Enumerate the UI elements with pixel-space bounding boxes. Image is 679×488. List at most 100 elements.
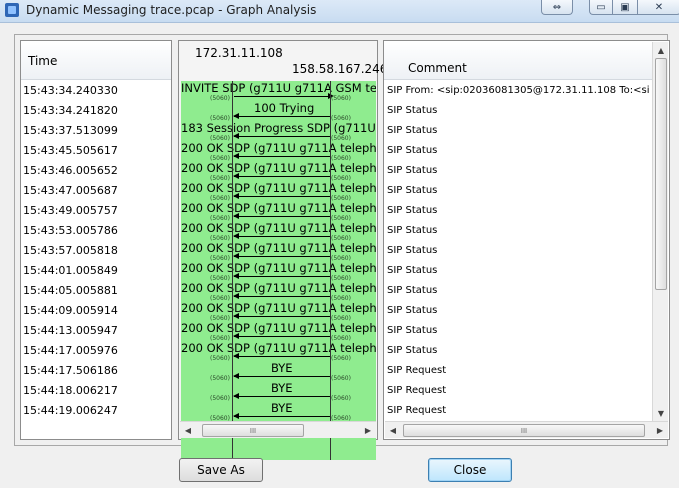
comment-cell[interactable]: SIP Status xyxy=(387,265,649,276)
time-cell[interactable]: 15:43:37.513099 xyxy=(23,124,118,137)
time-cell[interactable]: 15:43:46.005652 xyxy=(23,164,118,177)
save-as-button[interactable]: Save As xyxy=(179,458,263,482)
minimize-icon[interactable]: ▭ xyxy=(589,0,612,15)
restore-icon[interactable]: ⇔ xyxy=(541,0,573,15)
comment-cell[interactable]: SIP Request xyxy=(387,405,649,416)
flow-arrow-line xyxy=(234,276,330,277)
scroll-thumb[interactable]: III xyxy=(202,424,304,437)
flow-graph[interactable]: INVITE SDP (g711U g711A GSM telephone-ev… xyxy=(181,81,376,460)
flow-message[interactable]: 200 OK SDP (g711U g711A telephone-event)… xyxy=(181,321,376,342)
scroll-left-icon[interactable]: ◀ xyxy=(181,423,195,437)
graph-horizontal-scrollbar[interactable]: ◀ III ▶ xyxy=(180,421,376,438)
time-cell[interactable]: 15:44:18.006217 xyxy=(23,384,118,397)
time-cell[interactable]: 15:44:09.005914 xyxy=(23,304,118,317)
comment-cell[interactable]: SIP Status xyxy=(387,325,649,336)
time-cell[interactable]: 15:44:13.005947 xyxy=(23,324,118,337)
flow-message[interactable]: 200 OK SDP (g711U g711A telephone-event)… xyxy=(181,141,376,162)
flow-arrow-line xyxy=(234,236,330,237)
arrow-left-icon xyxy=(233,313,239,319)
time-cell[interactable]: 15:43:45.505617 xyxy=(23,144,118,157)
flow-message[interactable]: 200 OK SDP (g711U g711A telephone-event)… xyxy=(181,241,376,262)
scroll-grip-icon: III xyxy=(520,426,528,435)
time-cell[interactable]: 15:44:01.005849 xyxy=(23,264,118,277)
arrow-left-icon xyxy=(233,233,239,239)
comment-cell[interactable]: SIP Status xyxy=(387,225,649,236)
flow-arrow-line xyxy=(234,376,330,377)
comment-cell[interactable]: SIP Status xyxy=(387,145,649,156)
time-cell[interactable]: 15:44:05.005881 xyxy=(23,284,118,297)
time-cell[interactable]: 15:43:49.005757 xyxy=(23,204,118,217)
scroll-down-icon[interactable]: ▼ xyxy=(654,406,668,420)
scroll-up-icon[interactable]: ▲ xyxy=(654,43,668,57)
comment-header-label: Comment xyxy=(408,61,467,75)
comment-cell[interactable]: SIP Status xyxy=(387,125,649,136)
flow-message-label: BYE xyxy=(271,381,293,395)
flow-arrow-line xyxy=(234,96,330,97)
comment-cell[interactable]: SIP From: <sip:02036081305@172.31.11.108… xyxy=(387,85,649,96)
time-cell[interactable]: 15:44:17.005976 xyxy=(23,344,118,357)
time-cell[interactable]: 15:43:34.240330 xyxy=(23,84,118,97)
time-cell[interactable]: 15:43:34.241820 xyxy=(23,104,118,117)
app-icon xyxy=(5,3,19,17)
time-cell[interactable]: 15:43:57.005818 xyxy=(23,244,118,257)
graph-column[interactable]: 172.31.11.108 158.58.167.246 INVITE SDP … xyxy=(178,40,387,460)
arrow-left-icon xyxy=(233,213,239,219)
time-column[interactable]: Time 15:43:34.240330 15:43:34.241820 15:43… xyxy=(20,40,172,440)
arrow-left-icon xyxy=(233,413,239,419)
host-right-label: 158.58.167.246 xyxy=(292,62,388,76)
time-cell[interactable]: 15:44:17.506186 xyxy=(23,364,118,377)
arrow-left-icon xyxy=(233,113,239,119)
time-column-header: Time xyxy=(21,41,171,80)
arrow-left-icon xyxy=(233,173,239,179)
close-button[interactable]: Close xyxy=(428,458,512,482)
flow-arrow-line xyxy=(234,336,330,337)
flow-message-label: 100 Trying xyxy=(254,101,315,115)
flow-message[interactable]: 200 OK SDP (g711U g711A telephone-event)… xyxy=(181,281,376,302)
window-title: Dynamic Messaging trace.pcap - Graph Ana… xyxy=(26,3,317,17)
flow-message[interactable]: BYE (5060) (5060) xyxy=(181,361,376,382)
flow-message[interactable]: BYE (5060) (5060) xyxy=(181,401,376,422)
comment-cell[interactable]: SIP Status xyxy=(387,245,649,256)
flow-message[interactable]: BYE (5060) (5060) xyxy=(181,381,376,402)
flow-message[interactable]: 200 OK SDP (g711U g711A telephone-event)… xyxy=(181,181,376,202)
flow-message[interactable]: 100 Trying (5060) (5060) xyxy=(181,101,376,122)
comment-cell[interactable]: SIP Status xyxy=(387,165,649,176)
comment-cell[interactable]: SIP Request xyxy=(387,385,649,396)
close-icon[interactable]: ✕ xyxy=(637,0,679,15)
vertical-scroll-thumb[interactable] xyxy=(655,58,667,290)
comment-cell[interactable]: SIP Status xyxy=(387,185,649,196)
scroll-left-icon[interactable]: ◀ xyxy=(386,423,400,437)
scroll-right-icon[interactable]: ▶ xyxy=(361,423,375,437)
flow-message[interactable]: 183 Session Progress SDP (g711U g711A te… xyxy=(181,121,376,142)
flow-arrow-line xyxy=(234,256,330,257)
flow-arrow-line xyxy=(234,116,330,117)
flow-message[interactable]: 200 OK SDP (g711U g711A telephone-event)… xyxy=(181,221,376,242)
scroll-thumb[interactable]: III xyxy=(403,424,645,437)
comment-vertical-scrollbar[interactable]: ▲ ▼ xyxy=(652,42,668,421)
flow-message[interactable]: 200 OK SDP (g711U g711A telephone-event)… xyxy=(181,261,376,282)
time-cell[interactable]: 15:44:19.006247 xyxy=(23,404,118,417)
maximize-icon[interactable]: ▣ xyxy=(612,0,638,15)
flow-message[interactable]: 200 OK SDP (g711U g711A telephone-event)… xyxy=(181,301,376,322)
time-cell[interactable]: 15:43:47.005687 xyxy=(23,184,118,197)
scroll-right-icon[interactable]: ▶ xyxy=(653,423,667,437)
comment-horizontal-scrollbar[interactable]: ◀ III ▶ xyxy=(385,421,668,438)
title-bar: Dynamic Messaging trace.pcap - Graph Ana… xyxy=(0,0,679,23)
flow-message[interactable]: 200 OK SDP (g711U g711A telephone-event)… xyxy=(181,341,376,362)
comment-cell[interactable]: SIP Status xyxy=(387,345,649,356)
comment-cell[interactable]: SIP Status xyxy=(387,105,649,116)
flow-message[interactable]: 200 OK SDP (g711U g711A telephone-event)… xyxy=(181,201,376,222)
comment-cell[interactable]: SIP Request xyxy=(387,365,649,376)
flow-message[interactable]: INVITE SDP (g711U g711A GSM telephone-ev… xyxy=(181,81,376,102)
comment-cell[interactable]: SIP Status xyxy=(387,205,649,216)
flow-message-label: 200 OK SDP (g711U g711A telephone-event) xyxy=(181,321,376,335)
flow-message-label: 183 Session Progress SDP (g711U g711A te… xyxy=(181,121,376,135)
flow-arrow-line xyxy=(234,216,330,217)
comment-cell[interactable]: SIP Status xyxy=(387,285,649,296)
time-cell[interactable]: 15:43:53.005786 xyxy=(23,224,118,237)
host-left-lifeline xyxy=(232,81,233,460)
comment-cell[interactable]: SIP Status xyxy=(387,305,649,316)
arrow-left-icon xyxy=(233,193,239,199)
comment-column[interactable]: Comment SIP From: <sip:02036081305@172.3… xyxy=(383,40,670,440)
flow-message[interactable]: 200 OK SDP (g711U g711A telephone-event)… xyxy=(181,161,376,182)
